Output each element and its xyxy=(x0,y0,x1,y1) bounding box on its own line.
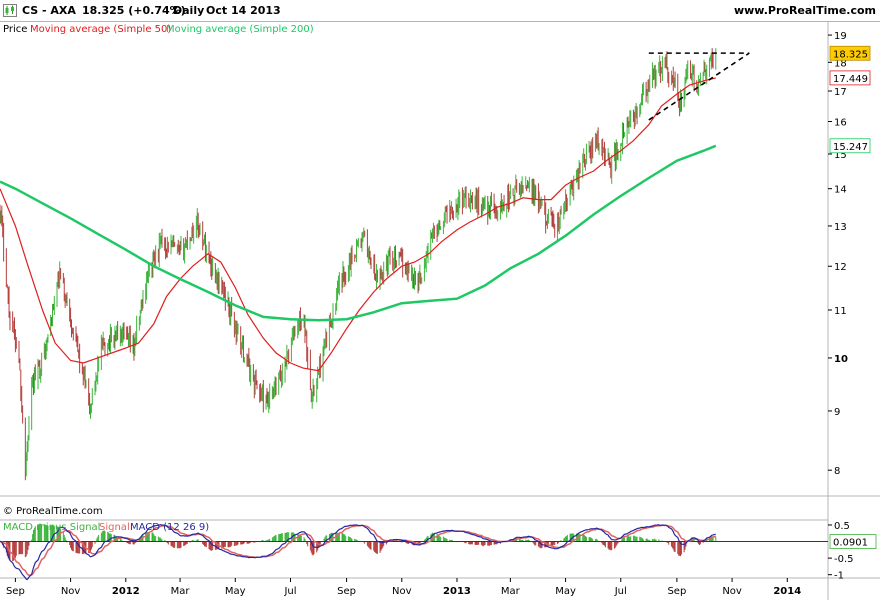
instrument-name: CS - AXA xyxy=(22,4,76,17)
price-tick-label: 10 xyxy=(834,354,848,365)
chart-date: Oct 14 2013 xyxy=(206,4,281,17)
time-tick-label: 2013 xyxy=(443,586,471,597)
price-tick-label: 8 xyxy=(834,466,840,477)
price-tick-label: 11 xyxy=(834,306,847,317)
time-tick-label: May xyxy=(555,586,576,597)
time-tick-label: Nov xyxy=(392,586,412,597)
legend-macd: MACD (12 26 9) xyxy=(130,522,209,533)
time-tick-label: Sep xyxy=(667,586,686,597)
time-tick-label: 2012 xyxy=(112,586,140,597)
price-tick-label: 9 xyxy=(834,407,840,418)
watermark: © ProRealTime.com xyxy=(3,506,103,517)
chart-area[interactable]: 8910111213141516171819 18.32517.44915.24… xyxy=(0,22,880,600)
price-tick-label: 19 xyxy=(834,31,847,42)
macd-tick-label: -0.5 xyxy=(834,554,854,565)
site-link[interactable]: www.ProRealTime.com xyxy=(734,4,876,17)
price-label-ma200: 15.247 xyxy=(833,142,868,153)
time-tick-label: 2014 xyxy=(773,586,801,597)
price-tick-label: 14 xyxy=(834,185,847,196)
chart-header: CS - AXA 18.325 (+0.74%) Daily Oct 14 20… xyxy=(0,0,880,22)
time-tick-label: Sep xyxy=(337,586,356,597)
time-tick-label: Nov xyxy=(722,586,742,597)
legend-signal: Signal xyxy=(99,522,130,533)
time-tick-label: Nov xyxy=(61,586,81,597)
macd-tick-label: -1 xyxy=(834,571,844,582)
time-tick-label: May xyxy=(225,586,246,597)
time-tick-label: Jul xyxy=(283,586,296,597)
macd-tick-label: 0.5 xyxy=(834,521,850,532)
price-label-last: 18.325 xyxy=(833,49,868,60)
ma50-line xyxy=(0,77,716,372)
price-tick-label: 13 xyxy=(834,222,847,233)
price-axis: 8910111213141516171819 xyxy=(828,31,848,477)
chart-period: Daily xyxy=(173,4,205,17)
legend-ma200: Moving average (Simple 200) xyxy=(166,24,314,35)
legend-macd-hist: MACD minus Signal xyxy=(3,522,100,533)
candlestick-chart-icon xyxy=(3,4,17,17)
ma200-line xyxy=(0,144,717,322)
time-tick-label: Mar xyxy=(501,586,521,597)
candlestick-series xyxy=(0,48,717,481)
time-tick-label: Sep xyxy=(6,586,25,597)
price-tick-label: 12 xyxy=(834,262,847,273)
time-tick-label: Jul xyxy=(614,586,627,597)
price-tick-label: 16 xyxy=(834,118,847,129)
last-quote: 18.325 (+0.74%) xyxy=(82,4,186,17)
legend-ma50: Moving average (Simple 50) xyxy=(30,24,171,35)
legend-price: Price xyxy=(3,24,27,35)
price-tick-label: 17 xyxy=(834,87,847,98)
macd-axis: 0.5 -0.5 -1 0.0901 xyxy=(828,521,877,582)
macd-value-label: 0.0901 xyxy=(833,538,868,549)
time-tick-label: Mar xyxy=(171,586,191,597)
price-label-ma50: 17.449 xyxy=(833,74,868,85)
time-axis: Sep Nov 2012 Mar May Jul Sep Nov 2013 Mar May Jul Se… xyxy=(6,578,801,597)
